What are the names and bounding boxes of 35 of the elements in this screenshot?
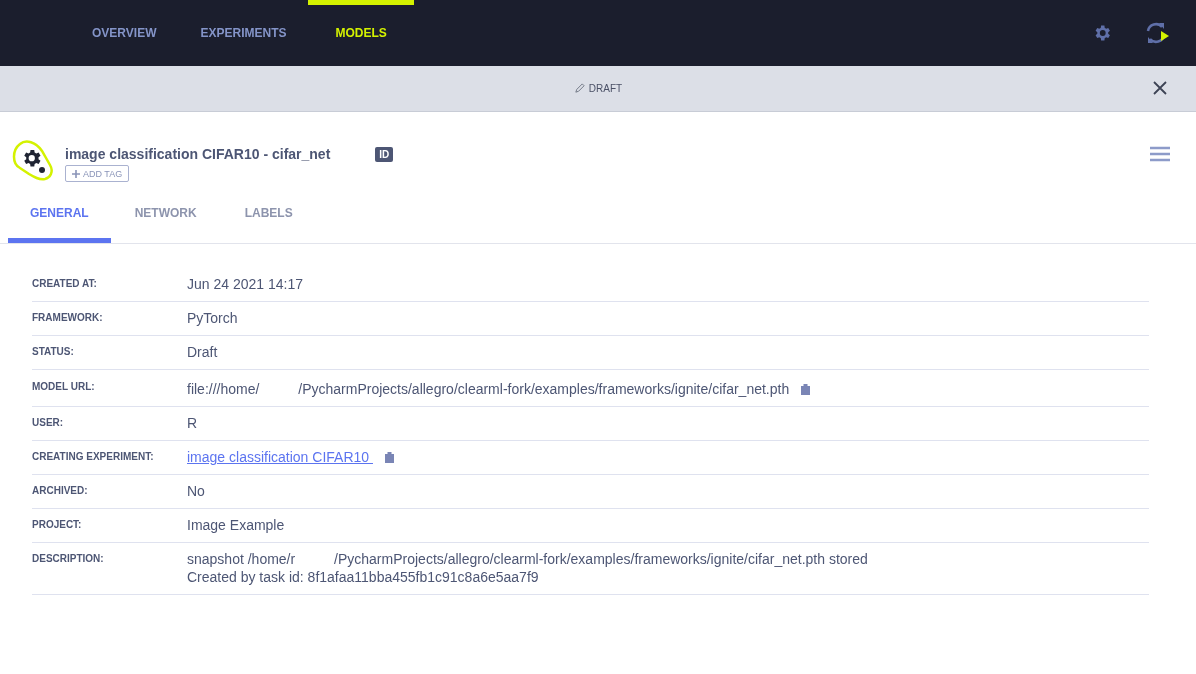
menu-icon[interactable] [1150, 146, 1170, 162]
field-value: Jun 24 2021 14:17 [187, 276, 303, 293]
field-value: file:///home/ /PycharmProjects/allegro/clearml-fork/examples/frameworks/ignite/cifar_net.pth [187, 381, 790, 398]
field-label: FRAMEWORK: [32, 311, 104, 325]
field-label: CREATED AT: [32, 277, 98, 291]
plus-icon [72, 169, 80, 178]
field-label: PROJECT: [32, 518, 83, 532]
field-label: USER: [32, 416, 65, 430]
field-value: PyTorch [187, 310, 238, 327]
section-tab[interactable]: NETWORK [110, 194, 221, 243]
nav-tab[interactable]: OVERVIEW [70, 0, 179, 66]
pencil-icon [573, 83, 585, 94]
field-label: MODEL URL: [32, 380, 96, 394]
add-tag-button[interactable]: ADD TAG [65, 165, 130, 182]
field-label: ARCHIVED: [32, 484, 89, 498]
clipboard-icon[interactable] [384, 452, 394, 463]
field-label: STATUS: [32, 345, 75, 359]
field-value: snapshot /home/r /PycharmProjects/allegro/clearml-fork/examples/frameworks/ignite/cifar_net.pth stored [187, 551, 868, 568]
field-value: R [187, 415, 198, 432]
clipboard-icon[interactable] [801, 384, 811, 395]
model-title: image classification CIFAR10 - cifar_net [65, 146, 331, 162]
nav-tab[interactable]: EXPERIMENTS [178, 0, 309, 66]
draft-label: DRAFT [573, 83, 623, 94]
field-label: DESCRIPTION: [32, 552, 105, 566]
section-tab[interactable]: LABELS [220, 194, 317, 243]
field-value: Draft [187, 344, 218, 361]
field-value: Image Example [187, 517, 285, 534]
field-label: CREATING EXPERIMENT: [32, 450, 155, 464]
field-value: No [187, 483, 205, 500]
close-icon[interactable] [1152, 80, 1168, 96]
section-tab[interactable]: GENERAL [8, 194, 111, 243]
refresh-play-icon[interactable] [1144, 21, 1170, 45]
field-value: Created by task id: 8f1afaa11bba455fb1c91c8a6e5aa7f9 [187, 569, 539, 586]
id-button[interactable]: ID [375, 146, 394, 162]
experiment-link[interactable]: image classification CIFAR10 [187, 449, 373, 466]
